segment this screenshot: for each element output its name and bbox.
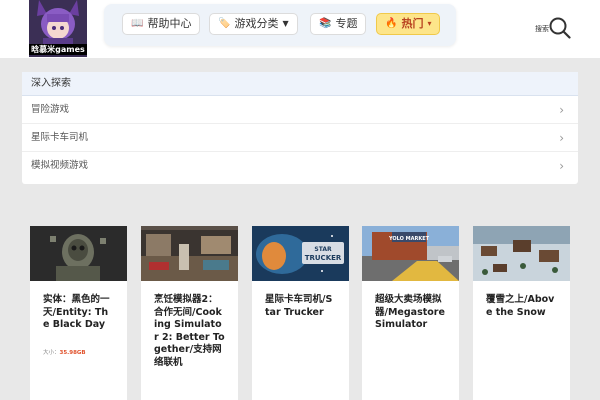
game-card[interactable]: 烹饪模拟器2：合作无间/Cooking Simulator 2: Better … [141,226,238,400]
game-thumbnail-megastore-simulator[interactable]: YOLO MARKET [362,226,459,281]
nav-hot[interactable]: 🔥 热门 ▾ [376,13,441,35]
search-label[interactable]: 搜索 [535,24,549,34]
file-size: 大小：35.98GB [43,348,86,356]
explore-item-adventure[interactable]: 冒险游戏 › [22,96,578,124]
game-title[interactable]: 烹饪模拟器2：合作无间/Cooking Simulator 2: Better … [141,281,238,369]
explore-item-label: 冒险游戏 [31,104,70,115]
nav-topics-label: 专题 [335,17,358,30]
nav-help-center-label: 帮助中心 [147,17,192,30]
game-card[interactable]: 覆雪之上/Above the Snow [473,226,570,400]
nav-game-categories[interactable]: 🏷️ 游戏分类 ▼ [209,13,298,35]
svg-text:STAR: STAR [314,246,332,253]
caret-down-icon: ▾ [427,19,432,28]
game-title[interactable]: 超级大卖场模拟器/Megastore Simulator [362,281,459,332]
game-thumbnail-above-the-snow[interactable] [473,226,570,281]
explore-item-label: 模拟视频游戏 [31,160,89,171]
book-icon: 📖 [131,18,144,29]
game-thumbnail-star-trucker[interactable]: STAR TRUCKER [252,226,349,281]
explore-panel: 深入探索 冒险游戏 › 星际卡车司机 › 模拟视频游戏 › [22,72,578,184]
search-icon[interactable] [549,17,571,39]
nav-game-categories-label: 游戏分类 [234,17,279,30]
game-card[interactable]: STAR TRUCKER 星际卡车司机/Star Trucker [252,226,349,400]
tag-icon: 🏷️ [218,18,231,29]
game-title[interactable]: 星际卡车司机/Star Trucker [252,281,349,319]
chevron-right-icon: › [559,103,564,117]
game-title[interactable]: 实体：黑色的一天/Entity: The Black Day [30,281,127,332]
svg-text:YOLO MARKET: YOLO MARKET [388,236,430,242]
site-logo[interactable]: 晗慕米games [29,0,87,57]
nav-topics[interactable]: 📚 专题 [310,13,367,35]
main-nav: 📖 帮助中心 🏷️ 游戏分类 ▼ 📚 专题 🔥 热门 ▾ [104,4,456,46]
explore-item-label: 星际卡车司机 [31,132,89,143]
game-thumbnail-cooking-simulator[interactable] [141,226,238,281]
nav-help-center[interactable]: 📖 帮助中心 [122,13,201,35]
nav-hot-label: 热门 [401,17,424,30]
game-card[interactable]: YOLO MARKET 超级大卖场模拟器/Megastore Simulator [362,226,459,400]
site-header: 晗慕米games 📖 帮助中心 🏷️ 游戏分类 ▼ 📚 专题 🔥 热门 ▾ 搜索 [0,0,600,58]
explore-title: 深入探索 [22,72,578,96]
game-title[interactable]: 覆雪之上/Above the Snow [473,281,570,319]
game-thumbnail-entity[interactable] [30,226,127,281]
explore-item-simulation[interactable]: 模拟视频游戏 › [22,152,578,180]
logo-text: 晗慕米games [29,44,87,55]
game-card[interactable]: 实体：黑色的一天/Entity: The Black Day 大小：35.98G… [30,226,127,400]
file-size-value: 35.98GB [59,350,86,356]
explore-item-star-trucker[interactable]: 星际卡车司机 › [22,124,578,152]
svg-text:TRUCKER: TRUCKER [305,254,342,262]
file-size-label: 大小： [43,350,60,356]
caret-down-icon: ▼ [282,19,289,28]
chevron-right-icon: › [559,131,564,145]
fire-icon: 🔥 [385,18,398,29]
books-icon: 📚 [319,18,332,29]
chevron-right-icon: › [559,159,564,173]
